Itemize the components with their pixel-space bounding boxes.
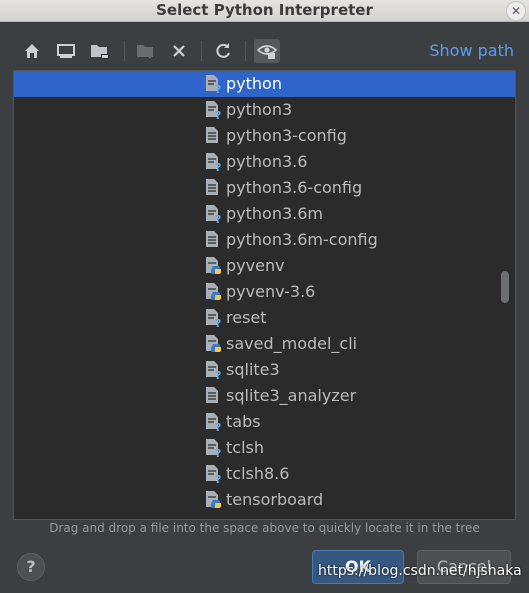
- tree-row-label: tabs: [226, 412, 261, 431]
- tree-row[interactable]: python3-config: [14, 123, 515, 149]
- svg-text:?: ?: [215, 161, 221, 172]
- tree-row-label: python3.6m: [226, 204, 323, 223]
- close-icon: ✕: [510, 4, 522, 18]
- python-script-icon: [205, 490, 223, 510]
- python-file-icon: ?: [205, 204, 223, 226]
- tree-row[interactable]: saved_model_cli: [14, 331, 515, 357]
- tree-row-label: pyvenv-3.6: [226, 282, 316, 301]
- help-button[interactable]: ?: [17, 553, 45, 581]
- delete-button[interactable]: [167, 40, 191, 62]
- tree-row[interactable]: tensorboard: [14, 487, 515, 513]
- toolbar-separator: [201, 41, 202, 61]
- toolbar: Show path: [14, 36, 514, 66]
- title-bar: Select Python Interpreter ✕: [0, 0, 529, 22]
- tree-row[interactable]: ? python: [14, 71, 515, 97]
- toolbar-separator: [245, 41, 246, 61]
- tree-row[interactable]: pyvenv-3.6: [14, 279, 515, 305]
- tree-row[interactable]: ? python3: [14, 97, 515, 123]
- new-folder-icon: [137, 45, 153, 58]
- svg-text:?: ?: [215, 317, 221, 328]
- python-script-icon: [205, 282, 223, 302]
- tree-row-label: python3: [226, 100, 293, 119]
- python-file-icon: ?: [205, 100, 223, 122]
- svg-text:?: ?: [215, 369, 221, 380]
- eye-icon: [257, 45, 277, 59]
- tree-row[interactable]: ? sqlite3: [14, 357, 515, 383]
- text-file-icon: [205, 230, 223, 250]
- tree-row[interactable]: python3.6-config: [14, 175, 515, 201]
- unknown-file-icon: ?: [205, 438, 223, 460]
- svg-text:?: ?: [215, 473, 221, 484]
- tree-row[interactable]: ? python3.6: [14, 149, 515, 175]
- tree-row-label: python: [226, 74, 282, 93]
- tree-row-label: saved_model_cli: [226, 334, 358, 353]
- svg-text:?: ?: [215, 421, 221, 432]
- tree-row[interactable]: sqlite3_analyzer: [14, 383, 515, 409]
- unknown-file-icon: ?: [205, 412, 223, 434]
- tree-row[interactable]: ? python3.6m: [14, 201, 515, 227]
- tree-row-label: python3.6m-config: [226, 230, 378, 249]
- svg-text:?: ?: [215, 83, 221, 94]
- unknown-file-icon: ?: [205, 360, 223, 382]
- python-file-icon: ?: [205, 74, 223, 96]
- tree-row-label: reset: [226, 308, 267, 327]
- dialog-title: Select Python Interpreter: [156, 1, 373, 19]
- delete-icon: [173, 45, 185, 57]
- tree-row-label: tclsh: [226, 438, 264, 457]
- toolbar-separator: [124, 41, 125, 61]
- project-folder-button[interactable]: [88, 40, 112, 62]
- refresh-icon: [216, 43, 230, 58]
- file-tree[interactable]: tensorboard? tclsh8.6? tclsh? tabs sqlite3_a…: [13, 70, 516, 520]
- text-file-icon: [205, 386, 223, 406]
- unknown-file-icon: ?: [205, 464, 223, 486]
- tree-row[interactable]: ? reset: [14, 305, 515, 331]
- python-script-icon: [205, 256, 223, 276]
- drag-drop-hint: Drag and drop a file into the space abov…: [49, 521, 480, 535]
- tree-row[interactable]: ? tclsh8.6: [14, 461, 515, 487]
- tree-row-label: sqlite3_analyzer: [226, 386, 357, 405]
- python-script-icon: [205, 334, 223, 354]
- svg-text:?: ?: [215, 447, 221, 458]
- refresh-button[interactable]: [211, 40, 235, 62]
- folder-icon: [91, 45, 109, 59]
- tree-row-label: python3.6: [226, 152, 308, 171]
- tree-row-label: tclsh8.6: [226, 464, 290, 483]
- home-button[interactable]: [20, 40, 44, 62]
- tree-row-label: pyvenv: [226, 256, 285, 275]
- text-file-icon: [205, 126, 223, 146]
- tree-row-label: python3-config: [226, 126, 347, 145]
- tree-row-label: tensorboard: [226, 490, 324, 509]
- text-file-icon: [205, 178, 223, 198]
- tree-row[interactable]: ? tabs: [14, 409, 515, 435]
- tree-row-label: sqlite3: [226, 360, 280, 379]
- tree-row[interactable]: python3.6m-config: [14, 227, 515, 253]
- show-path-link[interactable]: Show path: [429, 41, 514, 60]
- show-hidden-button[interactable]: [254, 39, 280, 63]
- close-button[interactable]: ✕: [506, 1, 526, 21]
- home-icon: [25, 44, 39, 58]
- tree-row[interactable]: pyvenv: [14, 253, 515, 279]
- scrollbar-thumb[interactable]: [501, 271, 509, 303]
- desktop-button[interactable]: [54, 40, 78, 62]
- unknown-file-icon: ?: [205, 308, 223, 330]
- watermark: https://blog.csdn.net/hjshaka: [318, 563, 522, 579]
- python-file-icon: ?: [205, 152, 223, 174]
- desktop-icon: [57, 44, 75, 58]
- tree-row[interactable]: ? tclsh: [14, 435, 515, 461]
- tree-row-label: python3.6-config: [226, 178, 363, 197]
- svg-text:?: ?: [215, 213, 221, 224]
- svg-text:?: ?: [215, 109, 221, 120]
- new-folder-button[interactable]: [134, 40, 158, 62]
